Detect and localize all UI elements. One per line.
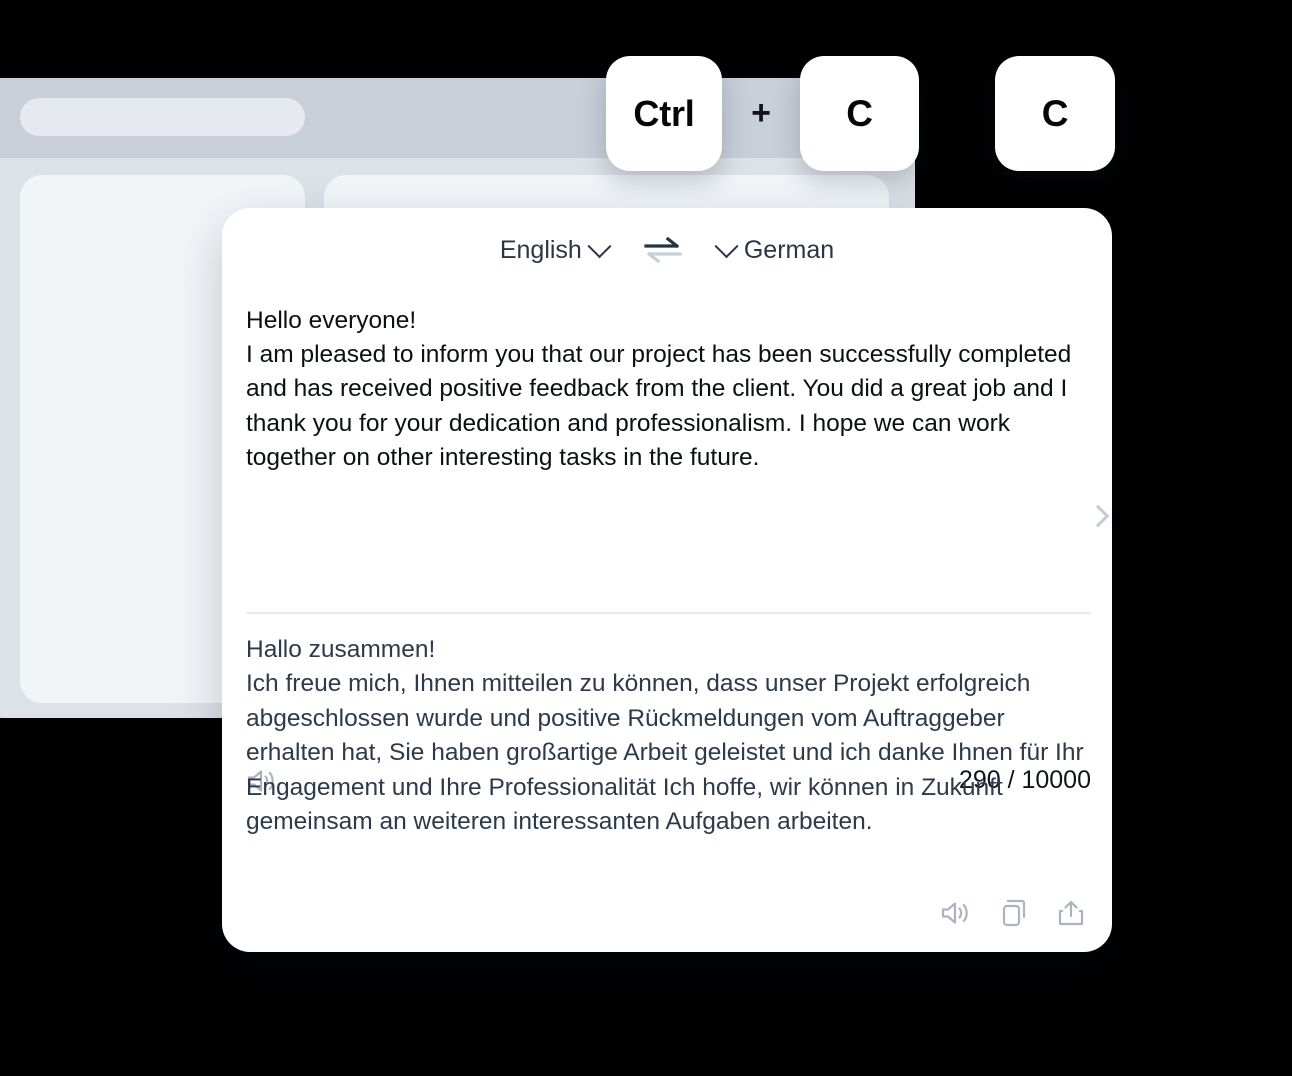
key-c-standalone[interactable]: C — [995, 56, 1115, 171]
share-translation-button[interactable] — [1056, 898, 1086, 928]
key-plus: + — [751, 94, 771, 132]
key-c-combo[interactable]: C — [800, 56, 919, 171]
language-bar: English German — [222, 208, 1112, 292]
source-text[interactable]: Hello everyone! I am pleased to inform y… — [246, 304, 1088, 475]
source-language-selector[interactable]: English — [499, 233, 612, 265]
chevron-right-icon[interactable] — [1086, 504, 1110, 528]
copy-translation-button[interactable] — [999, 898, 1029, 928]
section-divider — [246, 612, 1091, 614]
chevron-down-icon — [587, 233, 612, 258]
speak-translation-button[interactable] — [940, 899, 972, 927]
target-language-selector[interactable]: German — [714, 233, 835, 265]
chevron-down-icon — [714, 233, 739, 258]
translator-card: English German Hello everyone! I am plea… — [222, 208, 1112, 952]
search-input[interactable] — [20, 98, 305, 136]
key-ctrl[interactable]: Ctrl — [606, 56, 722, 171]
swap-arrows-icon[interactable] — [642, 235, 684, 265]
translation-actions — [940, 898, 1086, 928]
source-language-label: English — [499, 235, 582, 264]
target-language-label: German — [743, 235, 835, 264]
target-text[interactable]: Hallo zusammen! Ich freue mich, Ihnen mi… — [246, 633, 1091, 839]
